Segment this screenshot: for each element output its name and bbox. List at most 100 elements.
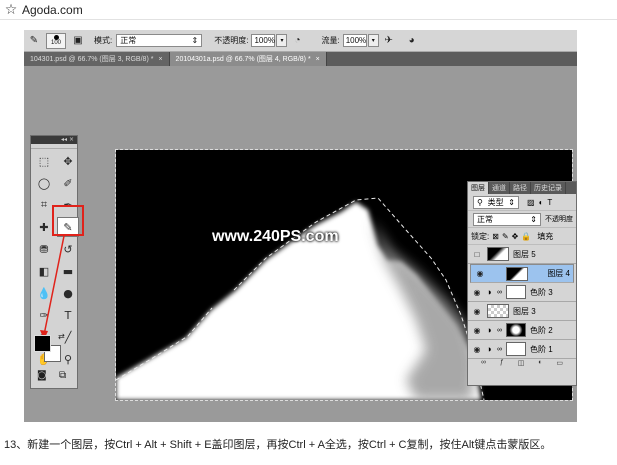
layers-footer: ∞ ƒ ◫ ◐ ▭ <box>468 359 576 369</box>
lock-all-icon[interactable]: 🔒 <box>521 232 531 241</box>
lock-pixels-icon[interactable]: ✎ <box>502 232 509 241</box>
pen-tool-icon[interactable]: ✑ <box>33 305 55 325</box>
opacity-label: 不透明度 <box>545 216 573 223</box>
history-brush-icon[interactable]: ↺ <box>57 239 79 259</box>
layer-name: 色阶 1 <box>530 344 553 354</box>
eraser-tool-icon[interactable]: ◧ <box>33 261 55 281</box>
visibility-off-icon[interactable]: □ <box>471 250 483 259</box>
levels-adjustment-icon: ◑ <box>486 325 492 335</box>
opacity-label: 不透明度: <box>214 36 249 45</box>
levels-adjustment-icon: ◑ <box>486 344 492 354</box>
doc-tab-1[interactable]: 104301.psd @ 66.7% (图层 3, RGB/8) * × <box>24 52 170 66</box>
eye-icon[interactable]: ◉ <box>471 345 483 354</box>
blend-row: 正常 ⇕ 不透明度 <box>468 211 576 228</box>
add-mask-icon[interactable]: ◫ <box>518 359 525 369</box>
eye-icon[interactable]: ◉ <box>471 307 483 316</box>
link-icon: ∞ <box>497 288 502 296</box>
tab-layers[interactable]: 图层 <box>468 182 489 194</box>
doc-tab-1-label: 104301.psd @ 66.7% (图层 3, RGB/8) * <box>30 56 154 63</box>
layer-row[interactable]: □ 图层 5 <box>468 245 576 264</box>
move-tool-icon[interactable]: ✥ <box>57 151 79 171</box>
new-adjustment-icon[interactable]: ◐ <box>538 359 542 369</box>
select-arrows-icon: ⇕ <box>191 36 199 45</box>
close-icon[interactable]: × <box>158 56 162 63</box>
stamp-tool-icon[interactable]: ⛃ <box>33 239 55 259</box>
layer-row[interactable]: ◉ 图层 3 <box>468 302 576 321</box>
layer-row-selected[interactable]: ◉ 图层 4 <box>470 264 574 283</box>
layer-filter-row: ⚲ 类型 ⇕ ▨ ◐ T <box>468 194 576 211</box>
foreground-color-swatch[interactable] <box>34 335 51 352</box>
search-icon: ⚲ <box>477 197 483 207</box>
flow-label: 流量: <box>321 36 340 45</box>
star-icon[interactable]: ☆ <box>0 2 22 18</box>
eye-icon[interactable]: ◉ <box>474 269 486 278</box>
tools-panel-header[interactable]: ◂◂ × <box>31 136 77 144</box>
gradient-tool-icon[interactable]: ▬ <box>57 261 79 281</box>
dodge-tool-icon[interactable]: ● <box>57 283 79 303</box>
bookmark-agoda[interactable]: Agoda.com <box>22 3 83 17</box>
layer-name: 图层 4 <box>547 269 570 278</box>
mask-thumbnail[interactable] <box>506 323 526 337</box>
kind-filter-select[interactable]: ⚲ 类型 ⇕ <box>473 195 519 209</box>
blend-mode-value: 正常 <box>477 214 493 224</box>
adjust-filter-icon[interactable]: ◐ <box>539 198 544 207</box>
mode-select[interactable]: 正常 ⇕ <box>116 34 203 47</box>
lock-transparent-icon[interactable]: ⊠ <box>492 232 499 241</box>
opacity-input[interactable]: 100% <box>251 34 276 47</box>
fill-label: 填充 <box>537 231 554 241</box>
brush-size-value: 100 <box>50 40 61 46</box>
pressure-size-icon[interactable]: ◕ <box>405 34 419 48</box>
brush-tool-icon[interactable]: ✎ <box>27 34 41 48</box>
doc-tab-2[interactable]: 20104301a.psd @ 66.7% (图层 4, RGB/8) * × <box>169 52 327 66</box>
eye-icon[interactable]: ◉ <box>471 326 483 335</box>
link-icon: ∞ <box>497 326 502 334</box>
mask-thumbnail[interactable] <box>506 342 526 356</box>
lock-position-icon[interactable]: ✥ <box>512 232 519 241</box>
select-arrows-icon: ⇕ <box>530 214 537 224</box>
doc-tab-2-label: 20104301a.psd @ 66.7% (图层 4, RGB/8) * <box>175 56 311 63</box>
layer-row[interactable]: ◉ ◑ ∞ 色阶 1 <box>468 340 576 359</box>
tab-paths[interactable]: 路径 <box>510 182 531 194</box>
brush-preset-picker[interactable]: 100 <box>46 32 66 49</box>
flow-dropdown-icon[interactable]: ▾ <box>367 34 379 47</box>
close-icon[interactable]: × <box>316 56 320 63</box>
screen-mode-icon[interactable]: ⧉ <box>59 370 66 381</box>
photoshop-screenshot: ✎ 100 ▣ 模式: 正常 ⇕ 不透明度: 100% ▾ ◔ 流量: 100%… <box>24 30 577 422</box>
link-icon: ∞ <box>497 345 502 353</box>
mask-thumbnail[interactable] <box>506 285 526 299</box>
layers-panel: 图层 通道 路径 历史记录 ⚲ 类型 ⇕ ▨ ◐ T 正常 ⇕ 不透明度 锁定:… <box>467 181 577 386</box>
marquee-tool-icon[interactable]: ⬚ <box>33 151 55 171</box>
flow-input[interactable]: 100% <box>342 34 367 47</box>
type-filter-icon[interactable]: T <box>547 198 552 207</box>
options-bar: ✎ 100 ▣ 模式: 正常 ⇕ 不透明度: 100% ▾ ◔ 流量: 100%… <box>24 30 577 52</box>
new-group-icon[interactable]: ▭ <box>556 359 563 369</box>
watermark-text: www.240PS.com <box>212 228 339 245</box>
quick-select-tool-icon[interactable]: ✐ <box>57 173 79 193</box>
blend-mode-select[interactable]: 正常 ⇕ <box>473 212 541 226</box>
fx-icon[interactable]: ƒ <box>500 359 504 369</box>
type-tool-icon[interactable]: T <box>57 305 79 325</box>
blur-tool-icon[interactable]: 💧 <box>33 283 55 303</box>
pixel-filter-icon[interactable]: ▨ <box>527 198 535 207</box>
lasso-tool-icon[interactable]: ◯ <box>33 173 55 193</box>
opacity-dropdown-icon[interactable]: ▾ <box>276 34 288 47</box>
layer-thumbnail <box>487 247 509 261</box>
airbrush-icon[interactable]: ✈ <box>382 34 396 48</box>
pressure-opacity-icon[interactable]: ◔ <box>290 34 304 48</box>
layer-thumbnail <box>505 266 528 281</box>
bookmarks-bar: ☆ Agoda.com <box>0 0 617 20</box>
layer-name: 色阶 3 <box>530 287 553 297</box>
layer-row[interactable]: ◉ ◑ ∞ 色阶 3 <box>468 283 576 302</box>
tab-history[interactable]: 历史记录 <box>531 182 566 194</box>
layer-row[interactable]: ◉ ◑ ∞ 色阶 2 <box>468 321 576 340</box>
tab-channels[interactable]: 通道 <box>489 182 510 194</box>
brush-panel-toggle-icon[interactable]: ▣ <box>71 34 85 48</box>
quick-mask-icon[interactable]: ◙ <box>37 370 47 381</box>
mode-value: 正常 <box>120 36 137 45</box>
kind-filter-value: 类型 <box>487 197 504 207</box>
eye-icon[interactable]: ◉ <box>471 288 483 297</box>
link-layers-icon[interactable]: ∞ <box>481 359 486 369</box>
highlight-box <box>52 205 84 236</box>
lock-label: 锁定: <box>471 231 490 241</box>
swap-colors-icon[interactable]: ⇄ <box>58 332 65 341</box>
